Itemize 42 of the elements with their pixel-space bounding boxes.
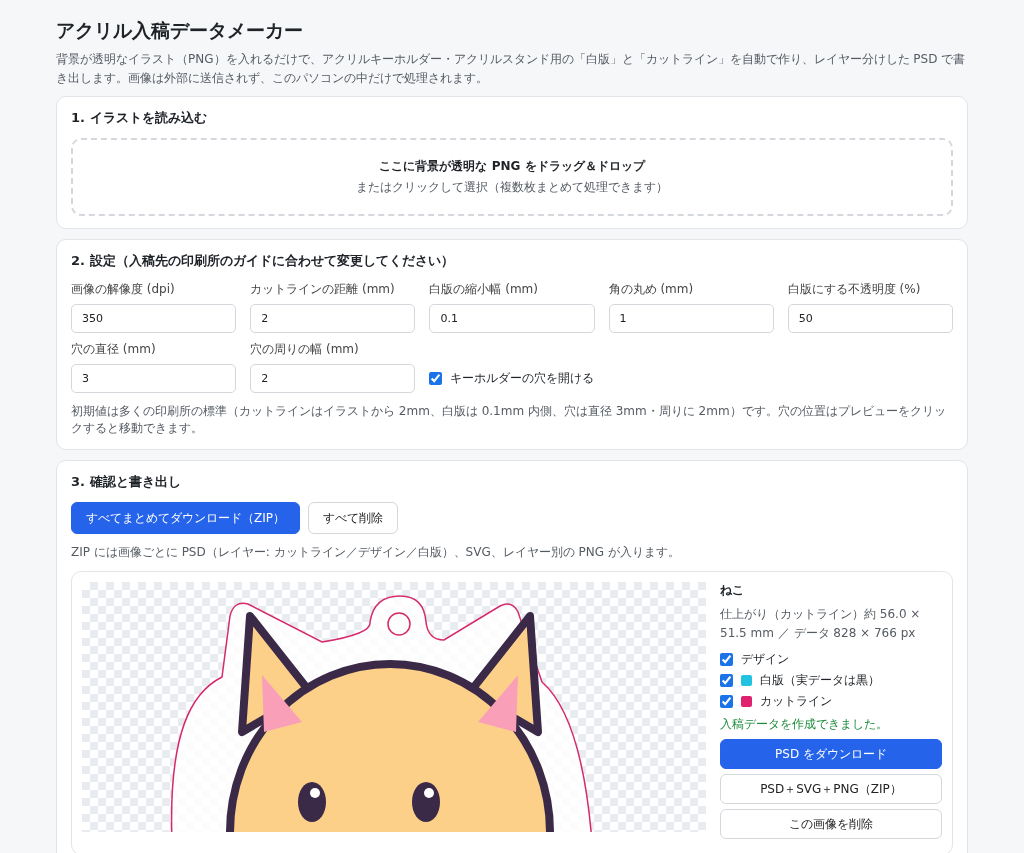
size-info: 仕上がり（カットライン）約 56.0 × 51.5 mm ／ データ 828 × 766 px (720, 606, 922, 642)
page-description: 背景が透明なイラスト（PNG）を入れるだけで、アクリルキーホルダー・アクリルスタンド用の「白版」と「カットライン」を自動で作り、レイヤー分けした PSD で書き出します。画像は外部に送信されず、このパソコンの中だけで処理されます。 (56, 51, 967, 87)
number-field[interactable]: 2 (250, 304, 416, 333)
download-all-button[interactable]: すべてまとめてダウンロード（ZIP） (71, 502, 300, 534)
checkbox[interactable] (720, 674, 733, 687)
drop-hint: またはクリックして選択（複数枚まとめて処理できます） (356, 179, 668, 196)
layer-label: 白版（実データは黒） (760, 672, 880, 689)
section-heading: 2. 設定（入稿先の印刷所のガイドに合わせて変更してください） (71, 252, 455, 270)
drop-zone[interactable]: ここに背景が透明な PNG をドラッグ＆ドロップ またはクリックして選択（複数枚まとめて処理できます） (71, 138, 953, 216)
number-field[interactable]: 3 (71, 364, 237, 393)
delete-all-button[interactable]: すべて削除 (308, 502, 398, 534)
field-label: 白版の縮小幅 (mm) (429, 281, 539, 298)
action-button[interactable]: PSD をダウンロード (720, 739, 942, 769)
field-label: カットラインの距離 (mm) (250, 281, 396, 298)
page-title: アクリル入稿データメーカー (56, 18, 304, 43)
field-label: 穴の周りの幅 (mm) (250, 341, 360, 358)
number-field[interactable]: 350 (71, 304, 237, 333)
checkbox[interactable] (720, 695, 733, 708)
field-label: 穴の直径 (mm) (71, 341, 157, 358)
field-label: 画像の解像度 (dpi) (71, 281, 176, 298)
number-field[interactable]: 1 (608, 304, 774, 333)
preview-area[interactable] (82, 582, 706, 832)
status-message: 入稿データを作成できました。 (720, 716, 889, 733)
field-label: 白版にする不透明度 (%) (787, 281, 922, 298)
drop-title: ここに背景が透明な PNG をドラッグ＆ドロップ (379, 158, 645, 175)
field-label: 角の丸め (mm) (608, 281, 695, 298)
number-field[interactable]: 2 (250, 364, 416, 393)
section-heading: 3. 確認と書き出し (71, 473, 182, 491)
layer-label: カットライン (760, 693, 832, 710)
checkbox-label: キーホルダーの穴を開ける (450, 370, 595, 387)
number-field[interactable]: 50 (787, 304, 953, 333)
image-name: ねこ (720, 582, 745, 599)
settings-note: 初期値は多くの印刷所の標準（カットラインはイラストから 2mm、白版は 0.1mm 内側、穴は直径 3mm・周りに 2mm）です。穴の位置はプレビューをクリックすると移動できます。 (71, 403, 947, 437)
cat-keychain-drawing[interactable] (170, 595, 593, 832)
layer-label: デザイン (741, 651, 789, 668)
checkbox[interactable] (429, 372, 443, 385)
checkbox[interactable] (720, 653, 733, 666)
action-button[interactable]: この画像を削除 (720, 809, 942, 839)
section-heading: 1. イラストを読み込む (71, 109, 208, 127)
action-button[interactable]: PSD＋SVG＋PNG（ZIP） (720, 774, 942, 804)
export-note: ZIP には画像ごとに PSD（レイヤー: カットライン／デザイン／白版）、SVG、レイヤー別の PNG が入ります。 (71, 544, 681, 561)
number-field[interactable]: 0.1 (429, 304, 595, 333)
